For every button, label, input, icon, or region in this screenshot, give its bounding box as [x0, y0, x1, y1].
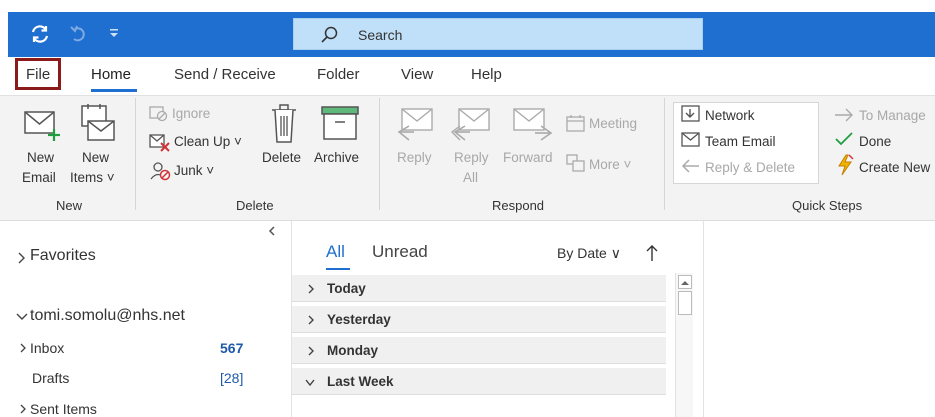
scroll-up-button[interactable]	[678, 275, 692, 289]
group-row-yesterday[interactable]: Yesterday	[292, 306, 666, 333]
folder-sent-items[interactable]: Sent Items	[30, 401, 97, 417]
collapse-chevron-icon	[305, 379, 315, 387]
reply-label[interactable]: Reply	[397, 150, 432, 165]
favorites-chevron-icon[interactable]	[16, 251, 26, 265]
junk-label[interactable]: Junk ˅	[174, 163, 214, 178]
expand-chevron-icon	[308, 315, 314, 325]
filter-all-tab[interactable]: All	[326, 242, 345, 262]
archive-icon	[321, 106, 359, 140]
sort-by-date-dropdown[interactable]: By Date ∨	[557, 245, 621, 262]
reply-delete-icon	[681, 159, 699, 173]
ribbon-separator	[664, 98, 665, 210]
group-row-monday[interactable]: Monday	[292, 337, 666, 364]
scroll-up-arrow-icon	[681, 281, 689, 285]
done-check-icon	[835, 132, 853, 146]
forward-label[interactable]: Forward	[503, 150, 553, 165]
tab-home[interactable]: Home	[91, 66, 131, 83]
quick-step-to-manager[interactable]: To Manage	[859, 108, 926, 123]
quick-step-create-new[interactable]: Create New	[859, 160, 930, 175]
message-list-scrollbar[interactable]	[675, 273, 693, 417]
collapse-pane-chevron-icon[interactable]	[267, 225, 277, 237]
reply-all-icon	[451, 108, 490, 141]
more-respond-icon	[566, 154, 585, 172]
filter-unread-tab[interactable]: Unread	[372, 242, 428, 262]
delete-group-label: Delete	[236, 198, 274, 213]
group-label: Yesterday	[327, 312, 391, 327]
favorites-header[interactable]: Favorites	[30, 247, 96, 265]
meeting-icon	[566, 115, 585, 132]
quick-steps-group-label: Quick Steps	[792, 198, 863, 213]
title-bar: Search	[0, 0, 935, 57]
reply-all-label-2[interactable]: All	[463, 170, 478, 185]
team-email-icon	[681, 132, 700, 147]
quick-step-team-email[interactable]: Team Email	[705, 134, 776, 149]
search-placeholder: Search	[358, 27, 403, 43]
group-row-last-week[interactable]: Last Week	[292, 368, 666, 395]
new-email-icon	[24, 111, 60, 141]
meeting-label[interactable]: Meeting	[589, 116, 637, 131]
new-items-icon	[81, 104, 115, 141]
more-label[interactable]: More ˅	[589, 157, 631, 172]
quick-step-reply-delete[interactable]: Reply & Delete	[705, 160, 795, 175]
account-header[interactable]: tomi.somolu@nhs.net	[30, 307, 185, 325]
tab-send-receive[interactable]: Send / Receive	[174, 66, 276, 83]
ribbon-tabs: File Home Send / Receive Folder View Hel…	[0, 57, 935, 95]
customize-quick-access-icon[interactable]	[108, 27, 120, 39]
active-tab-indicator	[91, 89, 137, 92]
expand-chevron-icon	[308, 346, 314, 356]
respond-group-label: Respond	[492, 198, 545, 213]
to-manager-icon	[835, 108, 853, 122]
inbox-chevron-icon[interactable]	[18, 342, 28, 354]
forward-icon	[513, 108, 553, 141]
reading-pane-divider	[703, 221, 704, 417]
folder-pane: Favorites tomi.somolu@nhs.net Inbox 567 …	[0, 221, 292, 417]
tab-folder[interactable]: Folder	[317, 66, 360, 83]
folder-inbox[interactable]: Inbox	[30, 340, 64, 356]
ignore-label[interactable]: Ignore	[172, 106, 210, 121]
search-icon	[321, 26, 338, 43]
filter-all-underline	[326, 268, 350, 270]
expand-chevron-icon	[308, 284, 314, 294]
junk-icon	[150, 162, 171, 181]
group-label: Today	[327, 281, 366, 296]
archive-label[interactable]: Archive	[314, 150, 359, 165]
folder-drafts[interactable]: Drafts	[32, 370, 69, 386]
delete-label[interactable]: Delete	[262, 150, 301, 165]
scroll-thumb[interactable]	[678, 291, 692, 315]
clean-up-label[interactable]: Clean Up ˅	[174, 134, 242, 149]
tab-view[interactable]: View	[401, 66, 433, 83]
clean-up-icon	[149, 134, 170, 152]
ribbon-separator	[379, 98, 380, 210]
reply-icon	[397, 108, 433, 141]
new-email-label-2[interactable]: Email	[22, 170, 56, 185]
sync-icon[interactable]	[28, 22, 52, 46]
tab-help[interactable]: Help	[471, 66, 502, 83]
create-new-lightning-icon	[838, 154, 854, 176]
quick-step-network[interactable]: Network	[705, 108, 755, 123]
delete-trash-icon	[272, 104, 296, 143]
file-tab-highlight	[15, 58, 61, 90]
new-email-label-1[interactable]: New	[27, 150, 54, 165]
account-chevron-icon[interactable]	[15, 312, 29, 322]
group-row-today[interactable]: Today	[292, 275, 666, 302]
drafts-count: [28]	[220, 370, 244, 386]
ignore-icon	[149, 106, 168, 122]
undo-icon[interactable]	[68, 24, 90, 44]
ribbon-separator	[135, 98, 136, 210]
sort-direction-arrow-icon[interactable]	[646, 244, 658, 262]
quick-step-done[interactable]: Done	[859, 134, 891, 149]
new-items-label-2[interactable]: Items ˅	[70, 170, 115, 185]
sent-chevron-icon[interactable]	[18, 403, 28, 415]
reply-all-label-1[interactable]: Reply	[454, 150, 489, 165]
inbox-unread-count: 567	[220, 340, 244, 356]
search-box[interactable]: Search	[293, 18, 703, 50]
new-items-label-1[interactable]: New	[82, 150, 109, 165]
new-group-label: New	[56, 198, 83, 213]
network-icon	[681, 105, 700, 122]
group-label: Last Week	[327, 374, 394, 389]
group-label: Monday	[327, 343, 379, 358]
